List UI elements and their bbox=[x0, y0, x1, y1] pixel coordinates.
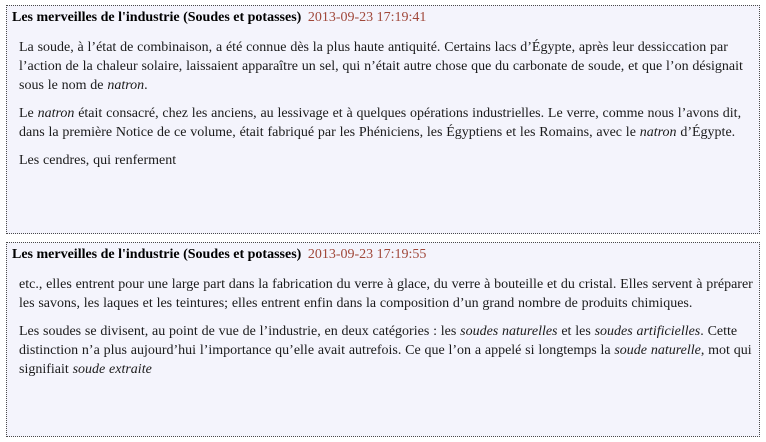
paragraph-text: et les bbox=[557, 324, 595, 339]
entry-date: 2013-09-23 17:19:41 bbox=[307, 10, 427, 25]
entry-card: Les merveilles de l'industrie (Soudes et… bbox=[6, 242, 760, 437]
paragraph-text: Les cendres, qui renferment bbox=[19, 153, 177, 168]
entry-header: Les merveilles de l'industrie (Soudes et… bbox=[12, 8, 753, 28]
entry-date: 2013-09-23 17:19:55 bbox=[307, 247, 427, 262]
italic-text: natron bbox=[107, 78, 145, 93]
paragraph-text: était consacré, chez les anciens, au les… bbox=[19, 106, 742, 140]
italic-text: natron bbox=[639, 125, 677, 140]
paragraph-text: etc., elles entrent pour une large part … bbox=[19, 277, 753, 311]
entry-header: Les merveilles de l'industrie (Soudes et… bbox=[12, 245, 753, 265]
entry-paragraph: etc., elles entrent pour une large part … bbox=[19, 275, 753, 313]
paragraph-text: Les soudes se divisent, au point de vue … bbox=[19, 324, 461, 339]
entry-paragraph: Les cendres, qui renferment bbox=[19, 151, 753, 170]
entry-body: etc., elles entrent pour une large part … bbox=[12, 265, 753, 379]
italic-text: soude extraite bbox=[72, 362, 152, 377]
paragraph-text: . bbox=[144, 78, 148, 93]
italic-text: soudes artificielles bbox=[594, 324, 701, 339]
paragraph-text: Le bbox=[19, 106, 38, 121]
italic-text: soude naturelle bbox=[614, 343, 701, 358]
paragraph-text: d’Égypte. bbox=[676, 125, 736, 140]
entry-card: Les merveilles de l'industrie (Soudes et… bbox=[6, 5, 760, 234]
entry-title: Les merveilles de l'industrie (Soudes et… bbox=[12, 247, 302, 262]
entry-body: La soude, à l’état de combinaison, a été… bbox=[12, 28, 753, 170]
entry-paragraph: Les soudes se divisent, au point de vue … bbox=[19, 322, 753, 379]
entry-paragraph: Le natron était consacré, chez les ancie… bbox=[19, 104, 753, 142]
entry-paragraph: La soude, à l’état de combinaison, a été… bbox=[19, 38, 753, 95]
italic-text: natron bbox=[37, 106, 75, 121]
italic-text: soudes naturelles bbox=[460, 324, 558, 339]
entry-title: Les merveilles de l'industrie (Soudes et… bbox=[12, 10, 302, 25]
